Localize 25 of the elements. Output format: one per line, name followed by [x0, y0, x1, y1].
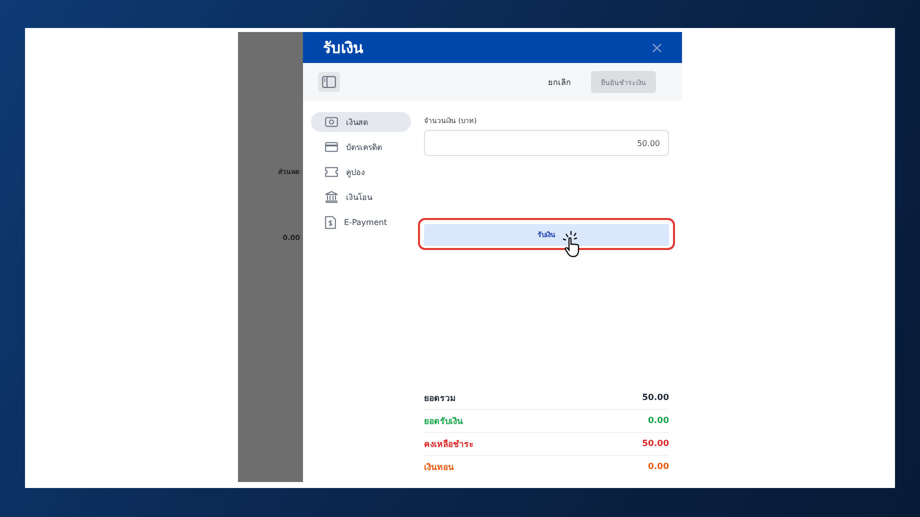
modal-title: รับเงิน	[323, 38, 363, 58]
summary-value: 50.00	[642, 439, 669, 449]
summary-value: 0.00	[648, 462, 669, 472]
document-dollar-icon	[325, 216, 336, 228]
summary-value: 0.00	[648, 416, 669, 426]
banknote-icon	[325, 117, 338, 127]
credit-card-icon	[325, 142, 338, 152]
payment-method-item[interactable]: บัตรเครดิต	[311, 137, 411, 157]
payment-method-item[interactable]: เงินสด	[311, 112, 411, 132]
bank-icon	[325, 191, 338, 203]
ticket-icon	[325, 167, 338, 177]
summary-value: 50.00	[642, 393, 669, 403]
summary-label: เงินทอน	[424, 462, 454, 474]
panel-toggle-button[interactable]	[318, 72, 340, 92]
payment-method-item[interactable]: E-Payment	[311, 212, 411, 232]
cancel-button[interactable]: ยกเลิก	[544, 72, 575, 92]
close-icon	[652, 42, 662, 52]
payment-method-item[interactable]: เงินโอน	[311, 187, 411, 207]
sidebar-panel-icon	[322, 76, 336, 88]
summary-label: ยอดรวม	[424, 393, 456, 405]
close-button[interactable]	[652, 42, 662, 52]
summary-label: ยอดรับเงิน	[424, 416, 463, 428]
summary-label: คงเหลือชำระ	[424, 438, 474, 451]
payment-method-item[interactable]: คูปอง	[311, 162, 411, 182]
amount-input-field[interactable]: 50.00	[424, 130, 669, 156]
